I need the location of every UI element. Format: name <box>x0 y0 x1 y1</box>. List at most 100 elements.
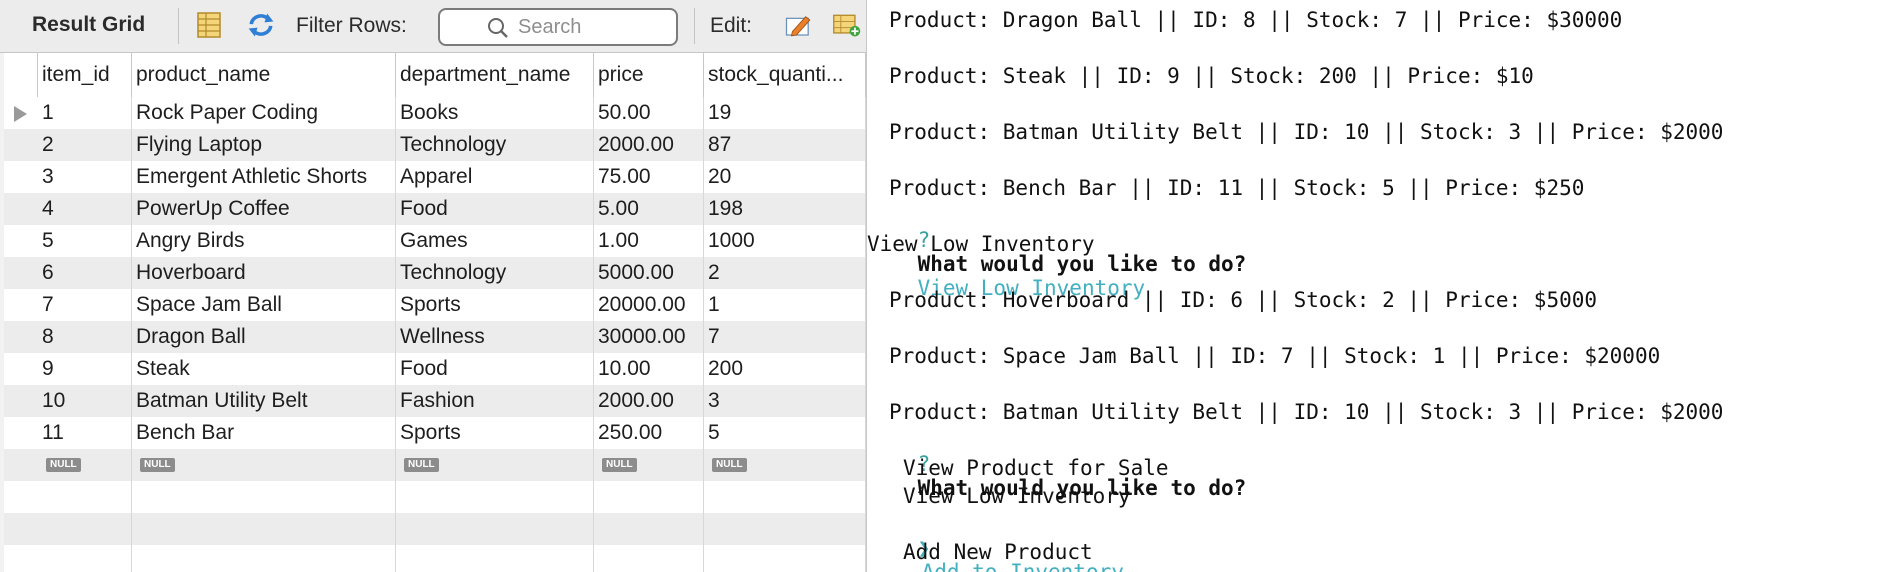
cell-price[interactable]: 1.00 <box>594 225 704 257</box>
empty-cell <box>704 513 866 545</box>
null-badge: NULL <box>140 458 175 473</box>
column-header-price[interactable]: price <box>594 53 704 97</box>
table-row[interactable]: 11 Bench Bar Sports 250.00 5 <box>4 417 866 449</box>
cell-department-name[interactable]: Wellness <box>396 321 594 353</box>
menu-option-add-to-inventory[interactable]: ❯ Add to Inventory <box>867 512 1124 572</box>
cell-price[interactable]: 5000.00 <box>594 257 704 289</box>
table-row[interactable]: 10 Batman Utility Belt Fashion 2000.00 3 <box>4 385 866 417</box>
cell-item-id[interactable]: 5 <box>38 225 132 257</box>
cell-product-name[interactable]: Emergent Athletic Shorts <box>132 161 396 193</box>
cell-item-id[interactable]: 4 <box>38 193 132 225</box>
cell-item-id[interactable]: 1 <box>38 97 132 129</box>
cell-stock-quantity[interactable]: 7 <box>704 321 866 353</box>
cell-price[interactable]: 30000.00 <box>594 321 704 353</box>
table-row[interactable]: 2 Flying Laptop Technology 2000.00 87 <box>4 129 866 161</box>
table-row[interactable]: 9 Steak Food 10.00 200 <box>4 353 866 385</box>
menu-option-add-new-product[interactable]: Add New Product <box>903 540 1093 568</box>
cell-price[interactable]: 20000.00 <box>594 289 704 321</box>
table-row[interactable]: 5 Angry Birds Games 1.00 1000 <box>4 225 866 257</box>
cell-stock-quantity[interactable]: 198 <box>704 193 866 225</box>
column-header-department-name[interactable]: department_name <box>396 53 594 97</box>
cell-stock-quantity[interactable]: 1 <box>704 289 866 321</box>
cell-department-name[interactable]: Fashion <box>396 385 594 417</box>
cell-price[interactable]: 250.00 <box>594 417 704 449</box>
terminal-product-line: Product: Steak || ID: 9 || Stock: 200 ||… <box>889 64 1534 88</box>
edit-label: Edit: <box>710 14 753 37</box>
cell-stock-quantity[interactable]: 87 <box>704 129 866 161</box>
cell-price[interactable]: 2000.00 <box>594 129 704 161</box>
empty-cell <box>396 481 594 513</box>
cell-price[interactable]: 10.00 <box>594 353 704 385</box>
cell-item-id[interactable]: 2 <box>38 129 132 161</box>
form-view-icon[interactable] <box>194 10 224 40</box>
cell-stock-quantity[interactable]: 1000 <box>704 225 866 257</box>
null-cell[interactable]: NULL <box>704 449 866 481</box>
cell-product-name[interactable]: Space Jam Ball <box>132 289 396 321</box>
column-header-product-name[interactable]: product_name <box>132 53 396 97</box>
cell-department-name[interactable]: Food <box>396 353 594 385</box>
empty-cell <box>594 545 704 572</box>
search-input[interactable] <box>516 12 670 42</box>
menu-option-view-product-for-sale[interactable]: View Product for Sale <box>903 456 1169 484</box>
cell-product-name[interactable]: Flying Laptop <box>132 129 396 161</box>
filter-search-box[interactable] <box>438 8 678 46</box>
cell-item-id[interactable]: 7 <box>38 289 132 321</box>
terminal-low-inventory-line: Product: Batman Utility Belt || ID: 10 |… <box>889 400 1724 424</box>
edit-pencil-icon[interactable] <box>784 10 814 40</box>
cell-product-name[interactable]: Hoverboard <box>132 257 396 289</box>
column-header-stock-quantity[interactable]: stock_quanti... <box>704 53 866 97</box>
cell-price[interactable]: 75.00 <box>594 161 704 193</box>
cell-department-name[interactable]: Food <box>396 193 594 225</box>
cell-department-name[interactable]: Apparel <box>396 161 594 193</box>
cell-stock-quantity[interactable]: 5 <box>704 417 866 449</box>
terminal-low-inventory-line: Product: Hoverboard || ID: 6 || Stock: 2… <box>889 288 1598 312</box>
menu-option-view-low-inventory[interactable]: View Low Inventory <box>903 484 1131 512</box>
cell-item-id[interactable]: 11 <box>38 417 132 449</box>
null-cell[interactable]: NULL <box>396 449 594 481</box>
toolbar-separator <box>694 8 695 44</box>
cell-department-name[interactable]: Games <box>396 225 594 257</box>
cell-department-name[interactable]: Sports <box>396 289 594 321</box>
cell-department-name[interactable]: Books <box>396 97 594 129</box>
cell-product-name[interactable]: Dragon Ball <box>132 321 396 353</box>
empty-cell <box>396 545 594 572</box>
cell-item-id[interactable]: 8 <box>38 321 132 353</box>
cell-department-name[interactable]: Technology <box>396 129 594 161</box>
refresh-icon[interactable] <box>246 10 276 40</box>
cell-product-name[interactable]: Angry Birds <box>132 225 396 257</box>
result-grid-title: Result Grid <box>32 13 146 36</box>
table-row[interactable]: 4 PowerUp Coffee Food 5.00 198 <box>4 193 866 225</box>
terminal-output: Product: Dragon Ball || ID: 8 || Stock: … <box>867 0 1892 572</box>
column-header-item-id[interactable]: item_id <box>38 53 132 97</box>
cell-item-id[interactable]: 9 <box>38 353 132 385</box>
table-row[interactable]: 8 Dragon Ball Wellness 30000.00 7 <box>4 321 866 353</box>
cell-item-id[interactable]: 10 <box>38 385 132 417</box>
cell-stock-quantity[interactable]: 20 <box>704 161 866 193</box>
null-cell[interactable]: NULL <box>38 449 132 481</box>
cell-price[interactable]: 2000.00 <box>594 385 704 417</box>
table-row[interactable]: 6 Hoverboard Technology 5000.00 2 <box>4 257 866 289</box>
empty-cell <box>594 513 704 545</box>
cell-product-name[interactable]: Batman Utility Belt <box>132 385 396 417</box>
cell-product-name[interactable]: Rock Paper Coding <box>132 97 396 129</box>
table-row[interactable]: 7 Space Jam Ball Sports 20000.00 1 <box>4 289 866 321</box>
cell-price[interactable]: 5.00 <box>594 193 704 225</box>
add-row-icon[interactable] <box>832 10 862 40</box>
cell-product-name[interactable]: PowerUp Coffee <box>132 193 396 225</box>
null-cell[interactable]: NULL <box>594 449 704 481</box>
cell-stock-quantity[interactable]: 200 <box>704 353 866 385</box>
cell-department-name[interactable]: Sports <box>396 417 594 449</box>
cell-stock-quantity[interactable]: 19 <box>704 97 866 129</box>
cell-stock-quantity[interactable]: 3 <box>704 385 866 417</box>
cell-item-id[interactable]: 3 <box>38 161 132 193</box>
cell-item-id[interactable]: 6 <box>38 257 132 289</box>
null-cell[interactable]: NULL <box>132 449 396 481</box>
cell-product-name[interactable]: Steak <box>132 353 396 385</box>
cell-product-name[interactable]: Bench Bar <box>132 417 396 449</box>
table-row[interactable]: 3 Emergent Athletic Shorts Apparel 75.00 20 <box>4 161 866 193</box>
new-row-placeholder[interactable]: NULL NULL NULL NULL NULL <box>4 449 866 481</box>
table-row[interactable]: 1 Rock Paper Coding Books 50.00 19 <box>4 97 866 129</box>
cell-price[interactable]: 50.00 <box>594 97 704 129</box>
cell-stock-quantity[interactable]: 2 <box>704 257 866 289</box>
cell-department-name[interactable]: Technology <box>396 257 594 289</box>
